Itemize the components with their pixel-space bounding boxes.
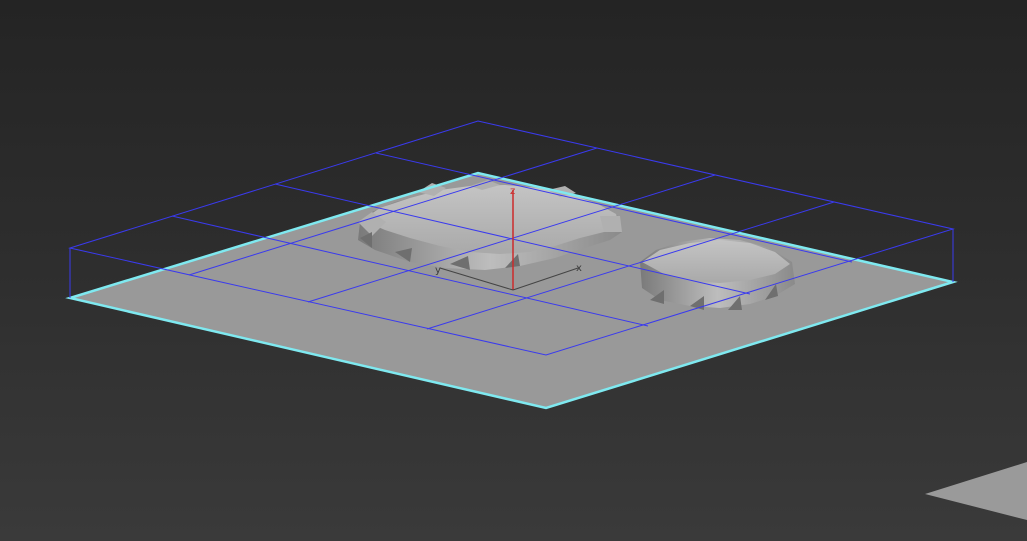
viewport-scene[interactable]: z x y	[0, 0, 1027, 541]
y-axis-label: y	[435, 265, 441, 276]
background-plane-fragment[interactable]	[925, 462, 1027, 520]
z-axis-label: z	[510, 186, 515, 197]
3d-viewport[interactable]: z x y	[0, 0, 1027, 541]
x-axis-label: x	[576, 263, 582, 274]
